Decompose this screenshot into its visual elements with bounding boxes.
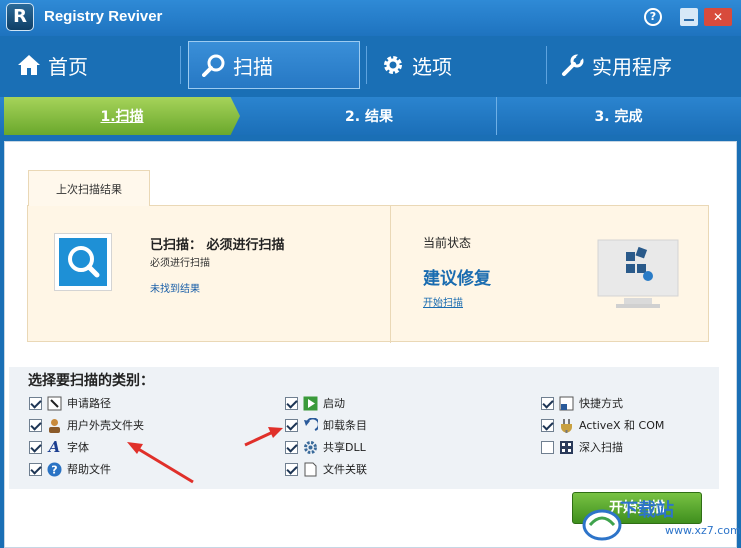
tab-utilities[interactable]: 实用程序 bbox=[548, 41, 720, 89]
step-scan[interactable]: 1.扫描 bbox=[4, 97, 240, 135]
home-icon bbox=[16, 52, 42, 78]
tab-scan[interactable]: 扫描 bbox=[188, 41, 360, 89]
step-results-label: 2. 结果 bbox=[345, 109, 393, 125]
step-scan-label: 1.扫描 bbox=[100, 109, 144, 125]
app-title: Registry Reviver bbox=[44, 8, 163, 25]
tab-home[interactable]: 首页 bbox=[4, 41, 176, 89]
magnifier-icon bbox=[201, 52, 227, 78]
step-finish-label: 3. 完成 bbox=[594, 109, 643, 125]
app-logo: R bbox=[6, 3, 34, 31]
tab-options-label: 选项 bbox=[412, 54, 452, 79]
title-bar: R Registry Reviver ? ✕ bbox=[0, 0, 741, 36]
wrench-icon bbox=[560, 52, 586, 78]
last-scan-tab[interactable]: 上次扫描结果 bbox=[28, 170, 150, 206]
tab-home-label: 首页 bbox=[48, 54, 88, 79]
close-button[interactable]: ✕ bbox=[704, 8, 732, 26]
step-bar: 1.扫描 2. 结果 3. 完成 bbox=[0, 97, 741, 135]
minimize-button[interactable] bbox=[680, 8, 698, 26]
watermark-url: www.xz7.com bbox=[665, 524, 741, 537]
step-results[interactable]: 2. 结果 bbox=[244, 97, 494, 135]
main-nav: 首页 扫描 选项 实用程序 bbox=[0, 36, 741, 94]
help-button[interactable]: ? bbox=[644, 8, 662, 26]
content-panel: 上次扫描结果 已扫描： 必须进行扫描 必须进行扫描 未找到结果 当前状态 建议修… bbox=[4, 141, 737, 548]
tab-scan-label: 扫描 bbox=[233, 54, 273, 79]
step-finish[interactable]: 3. 完成 bbox=[500, 97, 737, 135]
tab-options[interactable]: 选项 bbox=[368, 41, 540, 89]
gear-icon bbox=[380, 52, 406, 78]
tab-utilities-label: 实用程序 bbox=[592, 54, 672, 79]
watermark-text: 下载站 bbox=[620, 500, 674, 521]
